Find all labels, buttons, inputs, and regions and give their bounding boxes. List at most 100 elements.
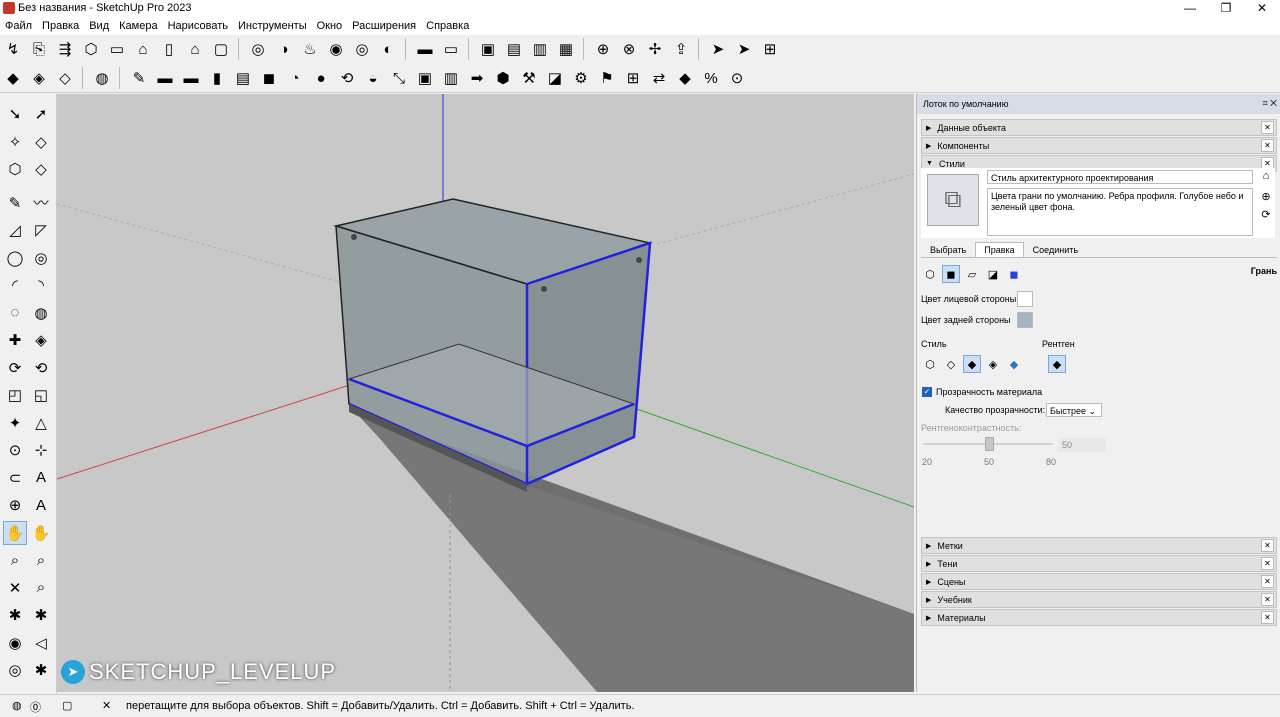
quality-select[interactable]: Быстрее ⌄ — [1046, 403, 1102, 417]
minimize-icon[interactable]: — — [1172, 0, 1208, 17]
left-tool-6-icon[interactable]: ✎ — [3, 191, 27, 215]
left-tool-39-icon[interactable]: ◁ — [29, 631, 53, 655]
left-tool-31-icon[interactable]: ✋ — [29, 521, 53, 545]
left-tool-29-icon[interactable]: A — [29, 493, 53, 517]
xray-icon[interactable]: ◆ — [1048, 355, 1066, 373]
shaded-icon[interactable]: ◆ — [963, 355, 981, 373]
ext-tool-1-icon[interactable]: ◈ — [27, 66, 51, 90]
style-description-field[interactable]: Цвета грани по умолчанию. Ребра профиля.… — [987, 188, 1253, 236]
close-icon[interactable]: ✕ — [1261, 139, 1274, 152]
front-color-swatch[interactable] — [1017, 291, 1033, 307]
left-tool-2-icon[interactable]: ✧ — [3, 130, 27, 154]
main-tool-22-icon[interactable]: ▥ — [528, 37, 552, 61]
ext-tool-2-icon[interactable]: ◇ — [53, 66, 77, 90]
maximize-icon[interactable]: ❐ — [1208, 0, 1244, 17]
section-components[interactable]: ▶ Компоненты ✕ — [921, 137, 1277, 154]
ext-tool-28-icon[interactable]: % — [699, 66, 723, 90]
left-tool-26-icon[interactable]: ⊂ — [3, 466, 27, 490]
section-entity-info[interactable]: ▶ Данные объекта ✕ — [921, 119, 1277, 136]
left-tool-12-icon[interactable]: ◜ — [3, 273, 27, 297]
ext-tool-16-icon[interactable]: ⤡ — [387, 66, 411, 90]
left-tool-16-icon[interactable]: ✚ — [3, 328, 27, 352]
transparency-checkbox[interactable]: ✓ — [922, 387, 932, 397]
main-tool-3-icon[interactable]: ⬡ — [79, 37, 103, 61]
style-thumbnail[interactable]: ⧉ — [927, 174, 979, 226]
monochrome-icon[interactable]: ◆ — [1005, 355, 1023, 373]
main-tool-18-icon[interactable]: ▭ — [439, 37, 463, 61]
menu-extensions[interactable]: Расширения — [347, 17, 421, 35]
ext-tool-21-icon[interactable]: ⚒ — [517, 66, 541, 90]
main-tool-20-icon[interactable]: ▣ — [476, 37, 500, 61]
ext-tool-22-icon[interactable]: ◪ — [543, 66, 567, 90]
menu-window[interactable]: Окно — [312, 17, 348, 35]
left-tool-38-icon[interactable]: ◉ — [3, 631, 27, 655]
section-shadows[interactable]: ▶ Тени ✕ — [921, 555, 1277, 572]
left-tool-1-icon[interactable]: ➚ — [29, 102, 53, 126]
main-tool-27-icon[interactable]: ✢ — [643, 37, 667, 61]
main-tool-12-icon[interactable]: ♨ — [298, 37, 322, 61]
menu-help[interactable]: Справка — [421, 17, 474, 35]
menu-draw[interactable]: Нарисовать — [163, 17, 233, 35]
ext-tool-26-icon[interactable]: ⇄ — [647, 66, 671, 90]
left-tool-21-icon[interactable]: ◱ — [29, 383, 53, 407]
ext-tool-25-icon[interactable]: ⊞ — [621, 66, 645, 90]
left-tool-25-icon[interactable]: ⊹ — [29, 438, 53, 462]
style-name-field[interactable]: Стиль архитектурного проектирования — [987, 170, 1253, 184]
main-tool-5-icon[interactable]: ⌂ — [131, 37, 155, 61]
geo-location-icon[interactable]: ◍ — [12, 699, 22, 712]
ext-tool-29-icon[interactable]: ⊙ — [725, 66, 749, 90]
left-tool-5-icon[interactable]: ◇ — [29, 157, 53, 181]
ext-tool-0-icon[interactable]: ◆ — [1, 66, 25, 90]
main-tool-4-icon[interactable]: ▭ — [105, 37, 129, 61]
tray-close-icon[interactable]: ⌗ ✕ — [1263, 98, 1277, 109]
main-tool-13-icon[interactable]: ◉ — [324, 37, 348, 61]
main-tool-31-icon[interactable]: ➤ — [732, 37, 756, 61]
menu-camera[interactable]: Камера — [114, 17, 162, 35]
ext-tool-23-icon[interactable]: ⚙ — [569, 66, 593, 90]
menu-file[interactable]: Файл — [0, 17, 37, 35]
refresh-icon[interactable]: ⟳ — [1259, 208, 1273, 222]
left-tool-41-icon[interactable]: ✱ — [29, 658, 53, 682]
left-tool-17-icon[interactable]: ◈ — [29, 328, 53, 352]
hidden-line-icon[interactable]: ◇ — [942, 355, 960, 373]
ext-tool-11-icon[interactable]: ◼ — [257, 66, 281, 90]
modeling-settings-icon[interactable]: ◼ — [1005, 265, 1023, 283]
close-icon[interactable]: ✕ — [1261, 557, 1274, 570]
left-tool-20-icon[interactable]: ◰ — [3, 383, 27, 407]
left-tool-35-icon[interactable]: ⌕ — [29, 576, 53, 600]
ext-tool-4-icon[interactable]: ◍ — [90, 66, 114, 90]
left-tool-7-icon[interactable]: 〰 — [29, 191, 53, 215]
close-icon[interactable]: ✕ — [1261, 121, 1274, 134]
close-icon[interactable]: ✕ — [1244, 0, 1280, 17]
main-tool-0-icon[interactable]: ↯ — [1, 37, 25, 61]
main-tool-7-icon[interactable]: ⌂ — [183, 37, 207, 61]
create-style-icon[interactable]: ⊕ — [1259, 190, 1273, 204]
left-tool-0-icon[interactable]: ➘ — [3, 102, 27, 126]
ext-tool-13-icon[interactable]: ● — [309, 66, 333, 90]
left-tool-10-icon[interactable]: ◯ — [3, 246, 27, 270]
ext-tool-18-icon[interactable]: ▥ — [439, 66, 463, 90]
ext-tool-17-icon[interactable]: ▣ — [413, 66, 437, 90]
left-tool-27-icon[interactable]: A — [29, 466, 53, 490]
left-tool-37-icon[interactable]: ✱ — [29, 603, 53, 627]
main-tool-11-icon[interactable]: ◑ — [272, 37, 296, 61]
ext-tool-15-icon[interactable]: ◒ — [361, 66, 385, 90]
close-icon[interactable]: ✕ — [1261, 611, 1274, 624]
left-tool-9-icon[interactable]: ◸ — [29, 218, 53, 242]
ext-tool-24-icon[interactable]: ⚑ — [595, 66, 619, 90]
main-tool-30-icon[interactable]: ➤ — [706, 37, 730, 61]
ext-tool-9-icon[interactable]: ▮ — [205, 66, 229, 90]
main-tool-21-icon[interactable]: ▤ — [502, 37, 526, 61]
tab-select[interactable]: Выбрать — [921, 242, 975, 258]
ext-tool-12-icon[interactable]: ◔ — [283, 66, 307, 90]
left-tool-19-icon[interactable]: ⟲ — [29, 356, 53, 380]
shaded-textures-icon[interactable]: ◈ — [984, 355, 1002, 373]
left-tool-23-icon[interactable]: △ — [29, 411, 53, 435]
ext-tool-14-icon[interactable]: ⟲ — [335, 66, 359, 90]
lock-icon[interactable]: ⌂ — [1259, 170, 1273, 184]
left-tool-28-icon[interactable]: ⊕ — [3, 493, 27, 517]
left-tool-24-icon[interactable]: ⊙ — [3, 438, 27, 462]
ext-tool-20-icon[interactable]: ⬢ — [491, 66, 515, 90]
left-tool-3-icon[interactable]: ◇ — [29, 130, 53, 154]
section-instructor[interactable]: ▶ Учебник ✕ — [921, 591, 1277, 608]
